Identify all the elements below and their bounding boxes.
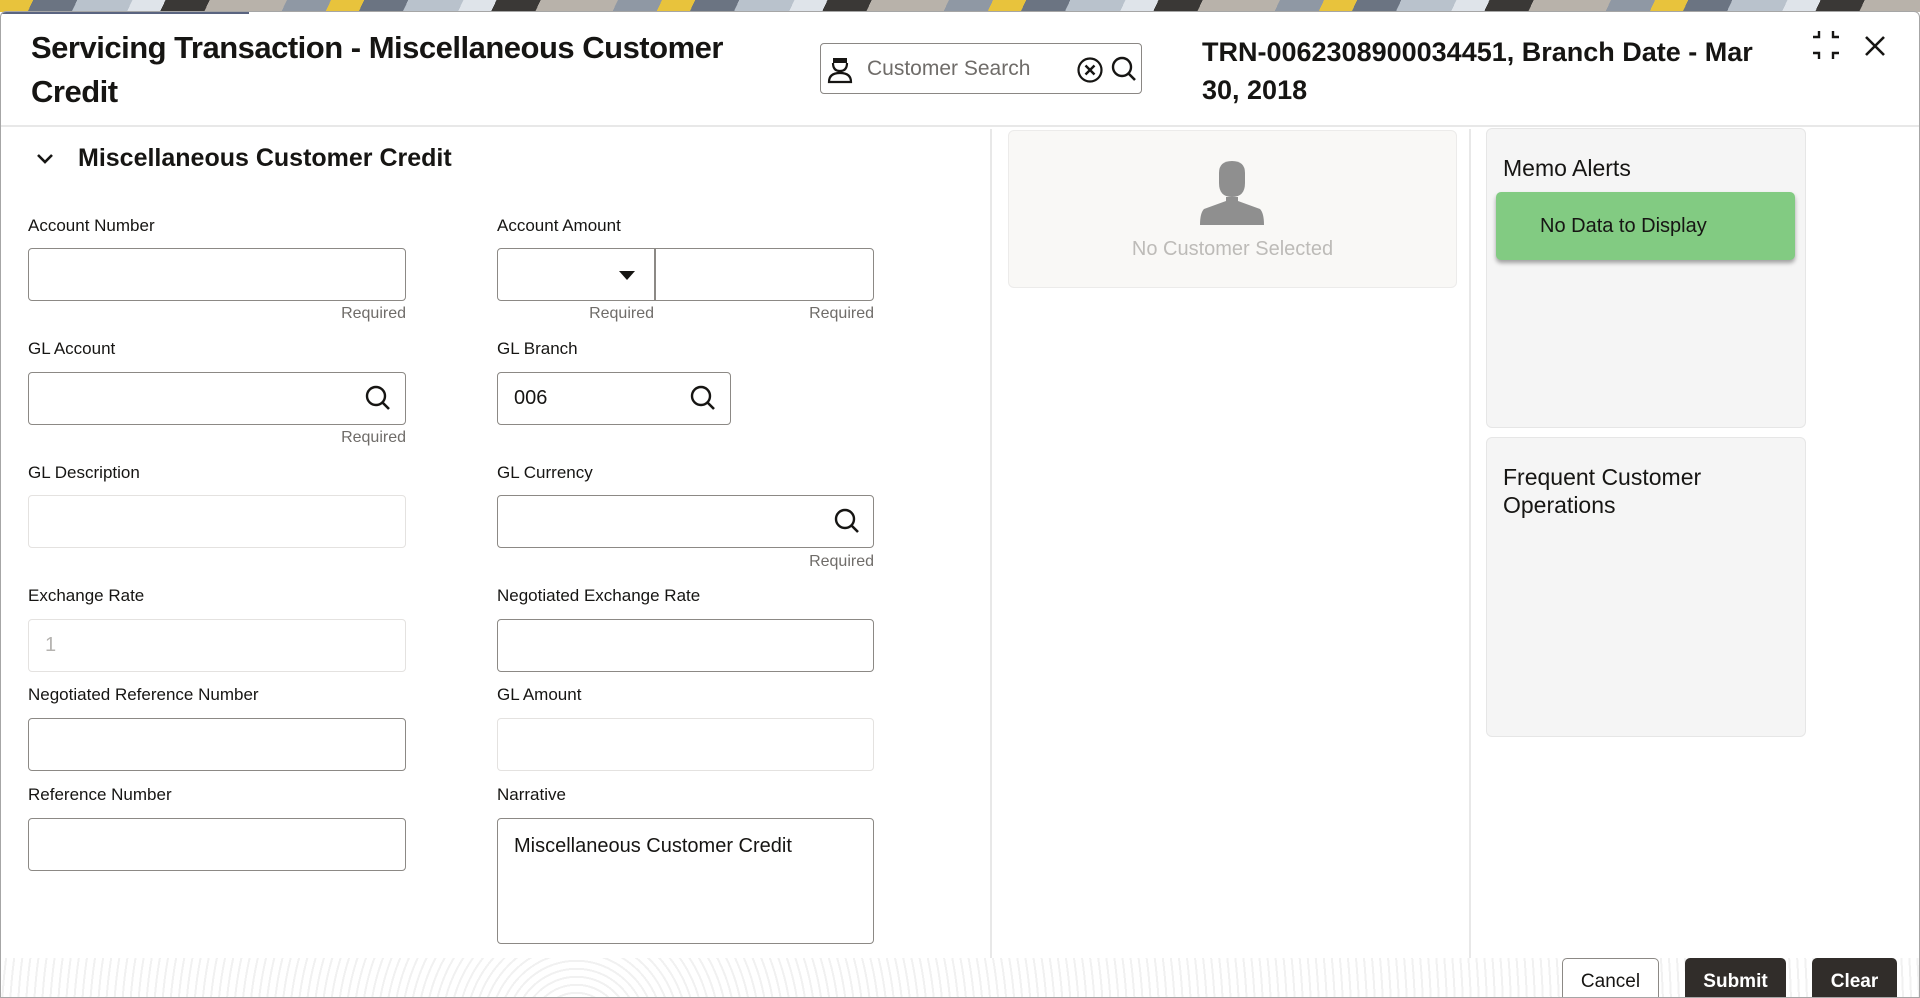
dialog-footer: Cancel Submit Clear bbox=[1, 958, 1919, 997]
no-customer-message: No Customer Selected bbox=[1131, 238, 1334, 260]
memo-alerts-title: Memo Alerts bbox=[1503, 155, 1631, 181]
gl-account-field: GL Account bbox=[28, 338, 115, 360]
gl-description-input bbox=[28, 495, 406, 548]
gl-branch-field: GL Branch bbox=[497, 338, 578, 360]
gl-currency-field: GL Currency bbox=[497, 462, 593, 484]
account-amount-input[interactable] bbox=[655, 248, 874, 301]
currency-required: Required bbox=[589, 305, 654, 322]
account-amount-label: Account Amount bbox=[497, 216, 621, 235]
submit-button[interactable]: Submit bbox=[1685, 958, 1786, 997]
section-miscellaneous-customer-credit[interactable]: Miscellaneous Customer Credit bbox=[34, 144, 452, 173]
negotiated-reference-number-label: Negotiated Reference Number bbox=[28, 685, 259, 704]
negotiated-reference-number-field: Negotiated Reference Number bbox=[28, 684, 259, 706]
dialog-header: Servicing Transaction - Miscellaneous Cu… bbox=[1, 12, 1919, 127]
transaction-info: TRN-0062308900034451, Branch Date - Mar … bbox=[1202, 37, 1753, 105]
gl-branch-label: GL Branch bbox=[497, 339, 578, 358]
gl-currency-required: Required bbox=[809, 553, 874, 570]
close-icon[interactable] bbox=[1861, 32, 1889, 60]
gl-currency-label: GL Currency bbox=[497, 463, 593, 482]
memo-alerts-empty-message: No Data to Display bbox=[1496, 192, 1795, 260]
memo-alerts-card: Memo Alerts No Data to Display bbox=[1486, 128, 1806, 428]
narrative-label: Narrative bbox=[497, 785, 566, 804]
clear-search-icon[interactable] bbox=[1076, 56, 1104, 84]
reference-number-label: Reference Number bbox=[28, 785, 172, 804]
customer-icon bbox=[827, 58, 853, 84]
negotiated-exchange-rate-label: Negotiated Exchange Rate bbox=[497, 586, 701, 605]
gl-account-input[interactable] bbox=[28, 372, 406, 425]
cancel-button[interactable]: Cancel bbox=[1562, 958, 1659, 997]
narrative-textarea[interactable]: Miscellaneous Customer Credit bbox=[497, 818, 874, 944]
negotiated-exchange-rate-field: Negotiated Exchange Rate bbox=[497, 585, 700, 607]
clear-button[interactable]: Clear bbox=[1812, 958, 1897, 997]
account-number-label: Account Number bbox=[28, 216, 155, 235]
user-avatar-icon bbox=[1200, 161, 1264, 225]
chevron-down-icon bbox=[37, 153, 53, 164]
frequent-operations-title: Frequent Customer Operations bbox=[1503, 464, 1702, 518]
account-number-field: Account Number bbox=[28, 215, 155, 237]
gl-account-search-icon[interactable] bbox=[364, 384, 392, 412]
gl-account-required: Required bbox=[341, 429, 406, 446]
amount-required: Required bbox=[809, 305, 874, 322]
customer-panel: No Customer Selected bbox=[990, 129, 1471, 969]
transaction-form: Miscellaneous Customer Credit Account Nu… bbox=[1, 129, 991, 992]
gl-currency-input[interactable] bbox=[497, 495, 874, 548]
gl-amount-label: GL Amount bbox=[497, 685, 582, 704]
section-title: Miscellaneous Customer Credit bbox=[78, 144, 452, 172]
gl-amount-input bbox=[497, 718, 874, 771]
transaction-dialog: Servicing Transaction - Miscellaneous Cu… bbox=[0, 11, 1920, 998]
account-amount-field: Account Amount bbox=[497, 215, 621, 237]
gl-description-label: GL Description bbox=[28, 463, 140, 482]
gl-branch-search-icon[interactable] bbox=[689, 384, 717, 412]
account-number-input[interactable] bbox=[28, 248, 406, 301]
exchange-rate-input bbox=[28, 619, 406, 672]
exchange-rate-field: Exchange Rate bbox=[28, 585, 144, 607]
reference-number-field: Reference Number bbox=[28, 784, 172, 806]
minimize-icon[interactable] bbox=[1809, 29, 1843, 61]
account-number-required: Required bbox=[341, 305, 406, 322]
dropdown-caret-icon[interactable] bbox=[619, 271, 635, 280]
page-title: Servicing Transaction - Miscellaneous Cu… bbox=[31, 30, 723, 109]
negotiated-exchange-rate-input[interactable] bbox=[497, 619, 874, 672]
gl-currency-search-icon[interactable] bbox=[833, 507, 861, 535]
negotiated-reference-number-input[interactable] bbox=[28, 718, 406, 771]
exchange-rate-label: Exchange Rate bbox=[28, 586, 145, 605]
frequent-operations-card: Frequent Customer Operations bbox=[1486, 437, 1806, 737]
gl-amount-field: GL Amount bbox=[497, 684, 581, 706]
reference-number-input[interactable] bbox=[28, 818, 406, 871]
customer-search-input[interactable] bbox=[867, 54, 1067, 84]
gl-account-label: GL Account bbox=[28, 339, 116, 358]
gl-description-field: GL Description bbox=[28, 462, 140, 484]
customer-search bbox=[820, 43, 1142, 94]
customer-card: No Customer Selected bbox=[1008, 130, 1457, 288]
narrative-field: Narrative bbox=[497, 784, 566, 806]
search-icon[interactable] bbox=[1110, 55, 1138, 83]
